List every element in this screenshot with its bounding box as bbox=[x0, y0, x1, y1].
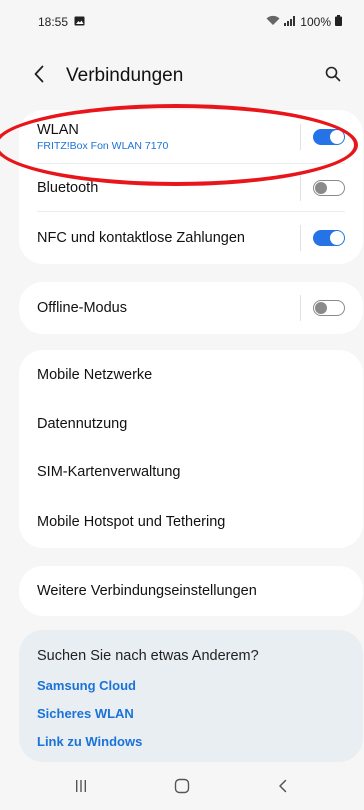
recents-icon bbox=[74, 779, 88, 798]
data-usage-label: Datennutzung bbox=[37, 416, 128, 432]
toggle-knob bbox=[330, 231, 344, 245]
more-settings-card: Weitere Verbindungseinstellungen bbox=[19, 566, 363, 616]
offline-toggle[interactable] bbox=[313, 300, 345, 316]
offline-row[interactable]: Offline-Modus bbox=[19, 282, 363, 334]
suggestions-card: Suchen Sie nach etwas Anderem? Samsung C… bbox=[19, 630, 363, 762]
nfc-text: NFC und kontaktlose Zahlungen bbox=[37, 230, 300, 246]
status-right: 100% bbox=[266, 15, 342, 29]
hotspot-text: Mobile Hotspot und Tethering bbox=[37, 514, 345, 530]
wlan-toggle[interactable] bbox=[313, 129, 345, 145]
bluetooth-row[interactable]: Bluetooth bbox=[19, 164, 363, 212]
mobile-networks-label: Mobile Netzwerke bbox=[37, 367, 153, 383]
image-icon bbox=[74, 15, 85, 29]
wlan-row[interactable]: WLAN FRITZ!Box Fon WLAN 7170 bbox=[19, 110, 363, 164]
nfc-label: NFC und kontaktlose Zahlungen bbox=[37, 230, 245, 246]
more-settings-row[interactable]: Weitere Verbindungseinstellungen bbox=[19, 566, 363, 616]
wlan-separator bbox=[300, 124, 301, 150]
home-icon bbox=[174, 778, 190, 799]
nfc-toggle[interactable] bbox=[313, 230, 345, 246]
wlan-text: WLAN FRITZ!Box Fon WLAN 7170 bbox=[37, 122, 300, 152]
more-settings-text: Weitere Verbindungseinstellungen bbox=[37, 583, 345, 599]
nav-back-button[interactable] bbox=[263, 773, 303, 803]
offline-text: Offline-Modus bbox=[37, 300, 300, 316]
search-icon bbox=[325, 66, 341, 87]
mobile-card: Mobile Netzwerke Datennutzung SIM-Karten… bbox=[19, 350, 363, 548]
offline-card: Offline-Modus bbox=[19, 282, 363, 334]
battery-icon bbox=[335, 15, 342, 29]
hotspot-row[interactable]: Mobile Hotspot und Tethering bbox=[19, 496, 363, 548]
nfc-row[interactable]: NFC und kontaktlose Zahlungen bbox=[19, 212, 363, 264]
secure-wifi-link[interactable]: Sicheres WLAN bbox=[37, 706, 345, 721]
home-button[interactable] bbox=[162, 773, 202, 803]
offline-separator bbox=[300, 295, 301, 321]
back-arrow-icon bbox=[34, 65, 44, 88]
search-button[interactable] bbox=[322, 65, 344, 87]
header: Verbindungen bbox=[0, 54, 364, 98]
data-usage-text: Datennutzung bbox=[37, 416, 345, 432]
page-title: Verbindungen bbox=[66, 65, 184, 86]
wifi-icon bbox=[266, 15, 280, 29]
nfc-separator bbox=[300, 225, 301, 251]
battery-level: 100% bbox=[300, 15, 331, 29]
toggle-knob bbox=[330, 130, 344, 144]
back-button[interactable] bbox=[34, 61, 54, 91]
mobile-networks-row[interactable]: Mobile Netzwerke bbox=[19, 350, 363, 400]
suggestions-title: Suchen Sie nach etwas Anderem? bbox=[37, 648, 259, 664]
toggle-knob bbox=[315, 182, 327, 194]
mobile-networks-text: Mobile Netzwerke bbox=[37, 367, 345, 383]
bluetooth-toggle[interactable] bbox=[313, 180, 345, 196]
bluetooth-label: Bluetooth bbox=[37, 180, 99, 196]
more-settings-label: Weitere Verbindungseinstellungen bbox=[37, 583, 257, 599]
bluetooth-text: Bluetooth bbox=[37, 180, 300, 196]
status-time: 18:55 bbox=[38, 15, 69, 29]
sim-manager-label: SIM-Kartenverwaltung bbox=[37, 464, 181, 480]
sim-manager-text: SIM-Kartenverwaltung bbox=[37, 464, 345, 480]
sim-manager-row[interactable]: SIM-Kartenverwaltung bbox=[19, 448, 363, 496]
hotspot-label: Mobile Hotspot und Tethering bbox=[37, 514, 226, 530]
data-usage-row[interactable]: Datennutzung bbox=[19, 400, 363, 448]
signal-icon bbox=[284, 15, 296, 29]
link-to-windows-link[interactable]: Link zu Windows bbox=[37, 734, 345, 749]
nav-back-icon bbox=[278, 779, 288, 798]
status-left: 18:55 bbox=[38, 15, 85, 29]
navigation-bar bbox=[0, 766, 364, 810]
toggle-knob bbox=[315, 302, 327, 314]
bluetooth-separator bbox=[300, 175, 301, 201]
recents-button[interactable] bbox=[61, 773, 101, 803]
wlan-network-name: FRITZ!Box Fon WLAN 7170 bbox=[37, 140, 169, 152]
status-bar: 18:55 100% bbox=[0, 0, 364, 44]
samsung-cloud-link[interactable]: Samsung Cloud bbox=[37, 678, 345, 693]
wlan-label: WLAN bbox=[37, 122, 79, 138]
offline-label: Offline-Modus bbox=[37, 300, 127, 316]
connections-card: WLAN FRITZ!Box Fon WLAN 7170 Bluetooth N… bbox=[19, 110, 363, 264]
